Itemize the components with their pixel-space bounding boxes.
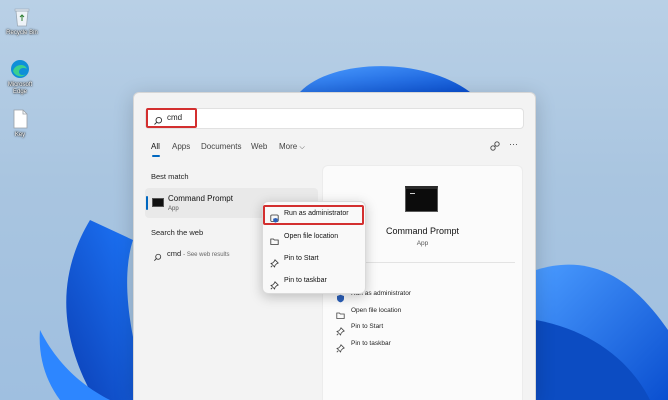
tab-all[interactable]: All (151, 142, 160, 151)
preview-action-label: Pin to taskbar (351, 340, 391, 347)
desktop-icon-label: Recycle Bin (6, 30, 38, 36)
search-highlight-box (146, 108, 197, 128)
web-result-item[interactable]: cmd - See web results (167, 249, 230, 258)
desktop-icon-file[interactable]: Key (0, 108, 40, 139)
command-prompt-icon (152, 198, 164, 207)
command-prompt-icon (405, 186, 438, 212)
folder-icon (336, 307, 345, 319)
best-match-type: App (168, 206, 179, 212)
context-menu-label: Open file location (284, 233, 339, 240)
tab-apps[interactable]: Apps (172, 142, 190, 151)
chevron-down-icon: ⌵ (299, 144, 305, 151)
best-match-heading: Best match (151, 172, 189, 181)
context-menu-label: Pin to taskbar (284, 277, 327, 284)
active-tab-indicator (152, 155, 160, 157)
preview-action-label: Pin to Start (351, 323, 384, 330)
pin-icon (336, 323, 345, 336)
context-menu-label: Pin to Start (284, 255, 319, 262)
search-icon (153, 249, 162, 261)
edge-icon (9, 58, 31, 80)
share-link-icon[interactable] (489, 139, 501, 151)
more-dots-icon[interactable]: ··· (509, 139, 521, 151)
folder-icon (270, 233, 279, 245)
search-input[interactable] (145, 108, 524, 129)
document-icon (9, 108, 31, 130)
selection-accent-bar (146, 196, 148, 210)
web-query-hint: - See web results (183, 252, 230, 258)
search-web-heading: Search the web (151, 228, 204, 237)
desktop-icon-label: Microsoft Edge (7, 82, 33, 95)
tab-web[interactable]: Web (251, 142, 267, 151)
pin-icon (270, 255, 279, 268)
pin-icon (336, 340, 345, 353)
tab-more[interactable]: More ⌵ (279, 142, 305, 152)
desktop-icon-label: Key (14, 132, 26, 138)
context-menu-highlight-box (263, 205, 364, 225)
web-query-text: cmd (167, 249, 182, 258)
desktop-icon-recycle-bin[interactable]: Recycle Bin (2, 6, 42, 37)
desktop-icon-edge[interactable]: Microsoft Edge (0, 58, 40, 96)
tab-documents[interactable]: Documents (201, 142, 241, 151)
tab-more-label: More (279, 142, 298, 151)
best-match-name: Command Prompt (168, 194, 233, 203)
recycle-bin-icon (11, 6, 33, 28)
pin-icon (270, 277, 279, 290)
preview-action-label: Open file location (351, 307, 402, 314)
